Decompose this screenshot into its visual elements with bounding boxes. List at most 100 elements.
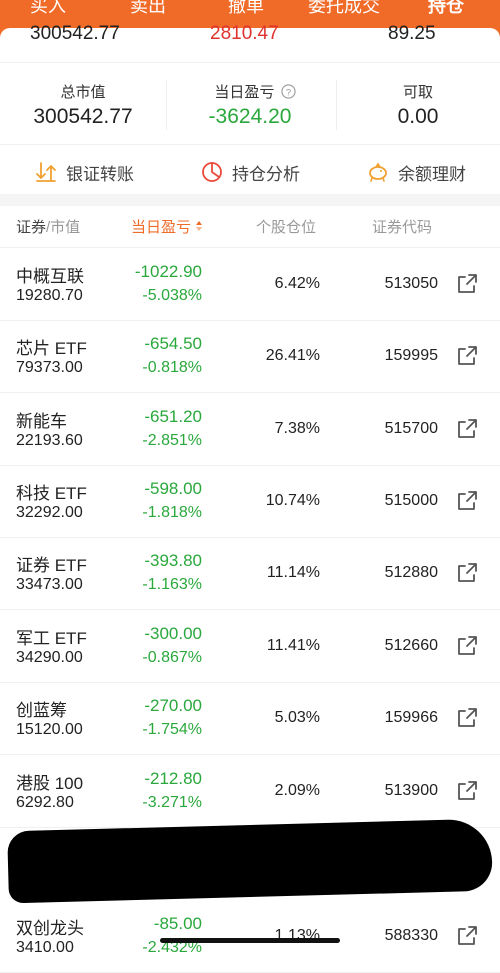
today-pl-percent: -1.163% [142,576,202,593]
open-detail-icon[interactable] [455,924,479,948]
today-pl-percent: -0.818% [142,359,202,376]
table-row[interactable]: 科技 ETF 32292.00 -598.00 -1.818% 10.74% 515000 [0,465,500,538]
security-code: 159966 [384,709,438,726]
market-value: 300542.77 [33,105,133,128]
tab-cancel[interactable]: 撤单 [228,0,264,18]
piggy-bank-icon [369,162,387,182]
open-detail-icon[interactable] [455,561,479,585]
open-detail-icon[interactable] [455,417,479,441]
today-pl-value: -3624.20 [208,105,292,128]
table-row[interactable]: 军工 ETF 34290.00 -300.00 -0.867% 11.41% 512660 [0,610,500,683]
market-value: 3410.00 [16,939,74,956]
header-today-pl[interactable]: 当日盈亏 [131,216,203,237]
transfer-icon [36,162,56,182]
header-market-value-label: /市值 [46,219,81,236]
security-code: 512660 [384,637,438,654]
today-pl-percent: -5.038% [142,287,202,304]
open-detail-icon[interactable] [455,706,479,730]
position-weight: 26.41% [265,347,320,364]
available-label: 可取 [402,84,433,101]
today-pl-percent: -0.867% [142,649,202,666]
position-weight: 7.38% [274,420,320,437]
open-detail-icon[interactable] [455,272,479,296]
market-value: 32292.00 [16,504,83,521]
market-value: 22193.60 [16,432,83,449]
security-name: 双创龙头 [16,919,84,938]
position-weight: 10.74% [265,492,320,509]
position-weight: 11.41% [266,637,320,654]
sort-arrows-icon [196,221,203,231]
today-pl-percent: -1.754% [142,721,202,738]
security-name: 新能车 [16,412,67,431]
security-code: 513900 [384,782,438,799]
security-code: 513050 [384,275,438,292]
table-row[interactable]: 创蓝筹 15120.00 -270.00 -1.754% 5.03% 159966 [0,682,500,755]
divider [336,80,337,130]
pie-chart-icon [202,162,222,182]
security-name: 创蓝筹 [16,701,67,720]
position-weight: 11.14% [266,564,320,581]
market-value: 33473.00 [16,576,83,593]
divider [0,62,500,63]
scrolled-value-2: 2810.47 [210,24,279,40]
redaction-scribble [7,818,493,904]
transfer-label: 银证转账 [66,164,134,184]
market-value: 15120.00 [16,721,83,738]
home-indicator [160,938,340,943]
analysis-button[interactable]: 持仓分析 [200,159,300,185]
available-value: 0.00 [397,105,439,128]
security-code: 159995 [384,347,438,364]
tab-orders[interactable]: 委托成交 [308,0,380,18]
today-pl: -651.20 [144,407,202,426]
today-pl-percent: -3.271% [142,794,202,811]
transfer-button[interactable]: 银证转账 [34,159,134,185]
market-value: 34290.00 [16,649,83,666]
table-row[interactable]: 双创龙头 3410.00 -85.00 -2.432% 1.13% 588330 [0,900,500,973]
wealth-button[interactable]: 余额理财 [366,159,466,185]
security-code: 515700 [384,420,438,437]
security-name: 中概互联 [16,267,84,286]
today-pl: -300.00 [144,624,202,643]
security-name: 军工 ETF [16,629,87,648]
market-value: 79373.00 [16,359,83,376]
today-pl: -1022.90 [134,262,202,281]
help-icon[interactable]: ? [280,84,296,99]
table-row[interactable]: 中概互联 19280.70 -1022.90 -5.038% 6.42% 513050 [0,248,500,321]
svg-text:?: ? [285,87,290,97]
market-value-label: 总市值 [60,84,106,101]
position-weight: 6.42% [274,275,320,292]
header-weight[interactable]: 个股仓位 [256,216,316,237]
today-pl: -212.80 [144,769,202,788]
open-detail-icon[interactable] [455,634,479,658]
security-code: 515000 [384,492,438,509]
today-pl-percent: -1.818% [142,504,202,521]
security-name: 芯片 ETF [16,339,87,358]
today-pl: -85.00 [153,914,202,933]
today-pl-percent: -2.851% [142,432,202,449]
table-row[interactable]: 新能车 22193.60 -651.20 -2.851% 7.38% 515700 [0,393,500,466]
open-detail-icon[interactable] [455,344,479,368]
table-row[interactable]: 港股 100 6292.80 -212.80 -3.271% 2.09% 513900 [0,755,500,828]
market-value: 6292.80 [16,794,74,811]
tab-sell[interactable]: 卖出 [130,0,166,18]
wealth-label: 余额理财 [398,164,466,184]
tab-buy[interactable]: 买入 [30,0,66,18]
header-code[interactable]: 证券代码 [372,216,432,237]
header-security-label: 证券 [16,219,47,236]
section-gap [0,194,500,206]
today-pl: -598.00 [144,479,202,498]
table-row[interactable]: 芯片 ETF 79373.00 -654.50 -0.818% 26.41% 159995 [0,320,500,393]
divider [0,144,500,145]
scrolled-value-3: 89.25 [388,24,436,40]
header-security[interactable]: 证券/市值 [16,216,80,237]
table-row[interactable]: 证券 ETF 33473.00 -393.80 -1.163% 11.14% 512880 [0,537,500,610]
open-detail-icon[interactable] [455,489,479,513]
market-value: 19280.70 [16,287,83,304]
security-name: 港股 100 [16,774,84,793]
open-detail-icon[interactable] [455,779,479,803]
analysis-label: 持仓分析 [232,164,300,184]
tab-holdings[interactable]: 持仓 [428,0,464,18]
security-code: 512880 [384,564,438,581]
divider [166,80,167,130]
today-pl: -654.50 [144,334,202,353]
